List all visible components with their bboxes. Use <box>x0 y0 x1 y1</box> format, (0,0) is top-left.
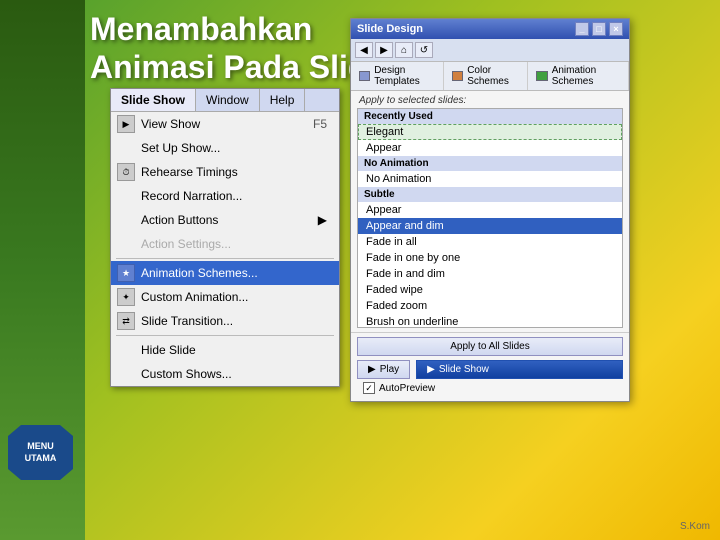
list-item-no-animation[interactable]: No Animation <box>358 171 622 187</box>
color-schemes-icon <box>452 71 463 81</box>
menu-tabs: Slide Show Window Help <box>111 89 339 112</box>
separator-2 <box>116 335 334 336</box>
nav-home-button[interactable]: ⌂ <box>395 42 413 58</box>
transition-icon: ⇄ <box>117 312 135 330</box>
menu-item-action-settings: Action Settings... <box>111 232 339 256</box>
watermark: S.Kom <box>680 521 710 532</box>
slide-design-title: Slide Design <box>357 23 423 35</box>
slide-design-titlebar: Slide Design _ □ × <box>351 19 629 39</box>
group-recently-used: Recently Used <box>358 109 622 124</box>
tab-design-templates[interactable]: Design Templates <box>351 62 444 90</box>
autopreview-checkbox[interactable]: ✓ <box>363 382 375 394</box>
nav-refresh-button[interactable]: ↺ <box>415 42 433 58</box>
animation-schemes-icon <box>536 71 547 81</box>
title-line2: Animasi Pada Slide <box>90 48 385 86</box>
custom-anim-icon: ✦ <box>117 288 135 306</box>
menu-item-action-buttons[interactable]: Action Buttons ▶ <box>111 208 339 232</box>
list-item-appear-recent[interactable]: Appear <box>358 140 622 156</box>
title-line1: Menambahkan <box>90 10 385 48</box>
minimize-button[interactable]: _ <box>575 22 589 36</box>
animation-schemes-list[interactable]: Recently Used Elegant Appear No Animatio… <box>357 108 623 328</box>
menu-item-hide-slide[interactable]: Hide Slide <box>111 338 339 362</box>
menu-item-custom-shows[interactable]: Custom Shows... <box>111 362 339 386</box>
tab-color-schemes[interactable]: Color Schemes <box>444 62 528 90</box>
menu-item-record-narration[interactable]: Record Narration... <box>111 184 339 208</box>
submenu-arrow: ▶ <box>318 213 327 227</box>
tab-slideshow[interactable]: Slide Show <box>111 89 196 111</box>
menu-label: MENU <box>27 441 54 453</box>
utama-label: UTAMA <box>25 453 57 465</box>
rehearse-icon: ⏱ <box>117 163 135 181</box>
titlebar-buttons: _ □ × <box>575 22 623 36</box>
autopreview-row: ✓ AutoPreview <box>357 379 623 397</box>
list-item-fade-in-all[interactable]: Fade in all <box>358 234 622 250</box>
list-item-brush-on-underline[interactable]: Brush on underline <box>358 314 622 328</box>
group-no-animation: No Animation <box>358 156 622 171</box>
apply-to-all-slides-button[interactable]: Apply to All Slides <box>357 337 623 356</box>
play-button[interactable]: ▶ Play <box>357 360 410 379</box>
nav-forward-button[interactable]: ▶ <box>375 42 393 58</box>
slide-design-panel: Slide Design _ □ × ◀ ▶ ⌂ ↺ Design Templa… <box>350 18 630 402</box>
autopreview-label: AutoPreview <box>379 383 435 394</box>
group-subtle: Subtle <box>358 187 622 202</box>
nav-back-button[interactable]: ◀ <box>355 42 373 58</box>
list-item-fade-in-and-dim[interactable]: Fade in and dim <box>358 266 622 282</box>
play-icon: ▶ <box>368 364 376 375</box>
list-item-elegant[interactable]: Elegant <box>358 124 622 140</box>
apply-section-label: Apply to selected slides: <box>351 91 629 108</box>
view-show-icon: ▶ <box>117 115 135 133</box>
separator-1 <box>116 258 334 259</box>
animation-icon: ★ <box>117 264 135 282</box>
list-item-appear[interactable]: Appear <box>358 202 622 218</box>
menu-item-custom-animation[interactable]: ✦ Custom Animation... <box>111 285 339 309</box>
design-templates-icon <box>359 71 370 81</box>
maximize-button[interactable]: □ <box>592 22 606 36</box>
menu-item-setup-show[interactable]: Set Up Show... <box>111 136 339 160</box>
menu-utama-badge[interactable]: MENU UTAMA <box>8 425 73 480</box>
close-button[interactable]: × <box>609 22 623 36</box>
list-item-appear-and-dim[interactable]: Appear and dim <box>358 218 622 234</box>
sd-navbar: ◀ ▶ ⌂ ↺ <box>351 39 629 62</box>
list-item-fade-in-one-by-one[interactable]: Fade in one by one <box>358 250 622 266</box>
list-item-faded-wipe[interactable]: Faded wipe <box>358 282 622 298</box>
slideshow-button[interactable]: ▶ Slide Show <box>416 360 623 379</box>
menu-item-slide-transition[interactable]: ⇄ Slide Transition... <box>111 309 339 333</box>
slideshow-menu: Slide Show Window Help ▶ View Show F5 Se… <box>110 88 340 387</box>
bottom-buttons: ▶ Play ▶ Slide Show <box>357 360 623 379</box>
menu-item-view-show[interactable]: ▶ View Show F5 <box>111 112 339 136</box>
tab-window[interactable]: Window <box>196 89 260 111</box>
slideshow-icon: ▶ <box>427 364 435 375</box>
sd-footer: Apply to All Slides ▶ Play ▶ Slide Show … <box>351 332 629 401</box>
list-item-faded-zoom[interactable]: Faded zoom <box>358 298 622 314</box>
menu-item-rehearse-timings[interactable]: ⏱ Rehearse Timings <box>111 160 339 184</box>
tab-animation-schemes[interactable]: Animation Schemes <box>528 62 629 90</box>
menu-item-animation-schemes[interactable]: ★ Animation Schemes... <box>111 261 339 285</box>
sd-tabs: Design Templates Color Schemes Animation… <box>351 62 629 91</box>
tab-help[interactable]: Help <box>260 89 306 111</box>
page-title: Menambahkan Animasi Pada Slide <box>90 10 385 87</box>
